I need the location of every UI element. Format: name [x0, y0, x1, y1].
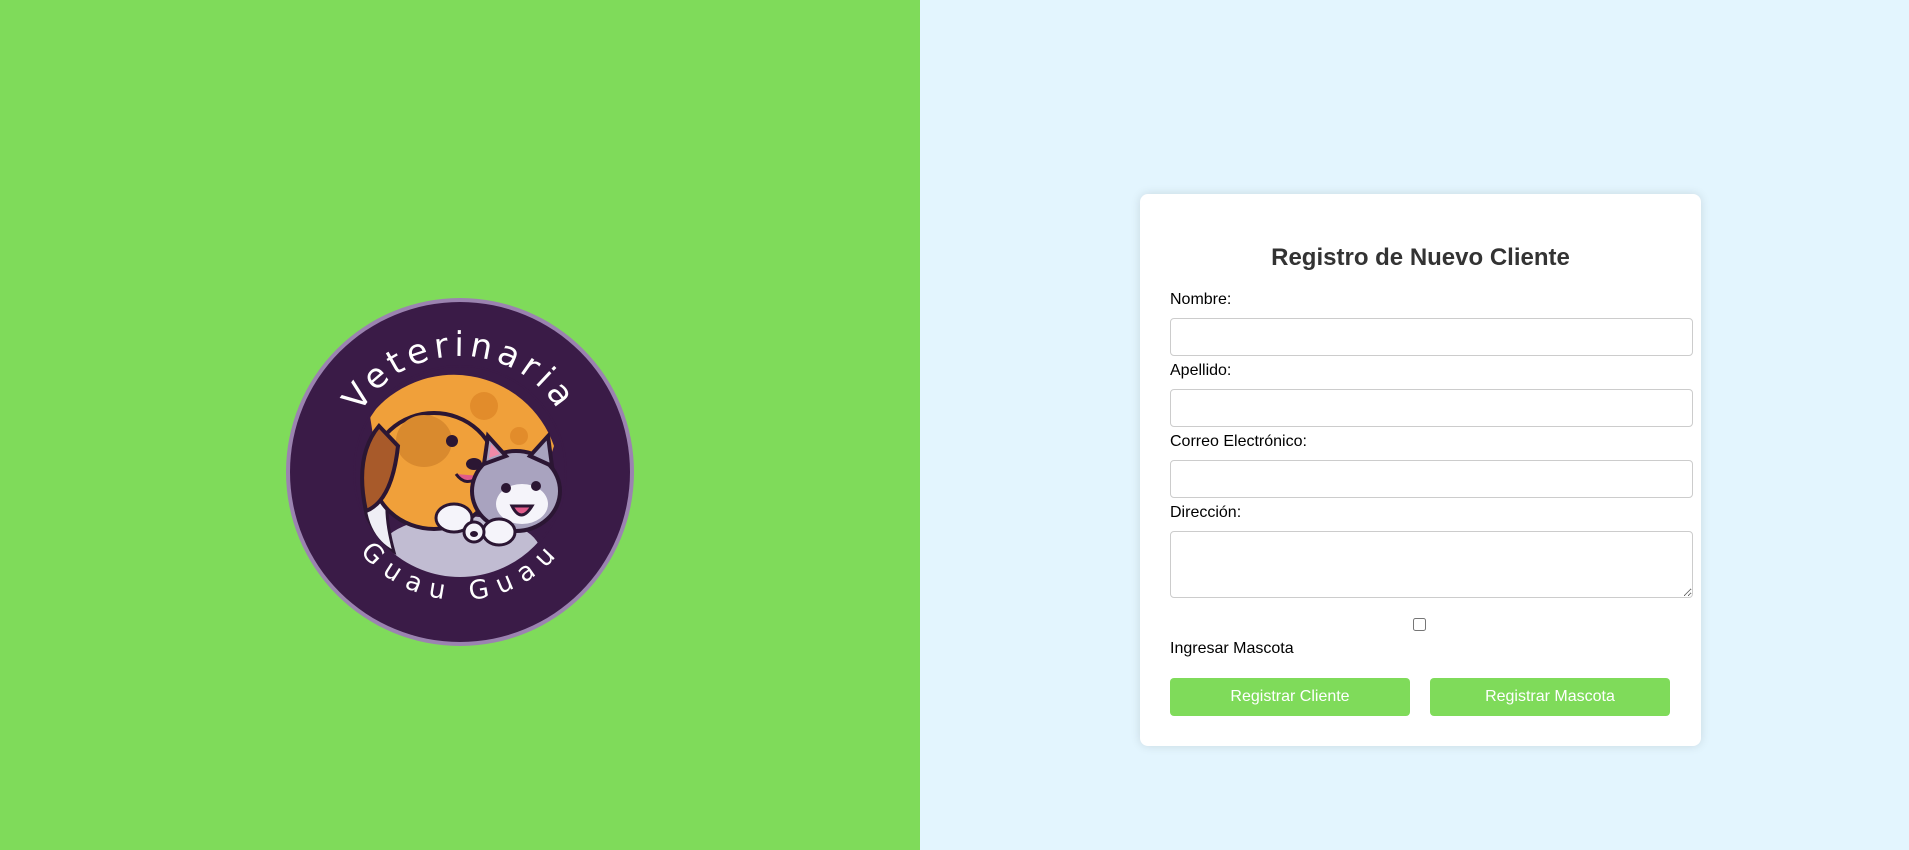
apellido-input[interactable] — [1170, 389, 1693, 427]
form-title: Registro de Nuevo Cliente — [1271, 244, 1570, 271]
direccion-textarea[interactable] — [1170, 531, 1693, 598]
apellido-label: Apellido: — [1170, 362, 1232, 379]
form-panel: Registro de Nuevo Cliente Nombre: Apelli… — [920, 0, 1909, 850]
page: Veterinaria Guau Guau Registro de Nuevo … — [0, 0, 1909, 850]
register-client-button[interactable]: Registrar Cliente — [1170, 678, 1410, 716]
ingresar-mascota-checkbox[interactable] — [1413, 618, 1426, 631]
email-input[interactable] — [1170, 460, 1693, 498]
veterinaria-logo: Veterinaria Guau Guau — [284, 296, 636, 648]
logo-panel: Veterinaria Guau Guau — [0, 0, 920, 850]
nombre-label: Nombre: — [1170, 291, 1232, 308]
correo-label: Correo Electrónico: — [1170, 433, 1307, 450]
register-pet-button[interactable]: Registrar Mascota — [1430, 678, 1670, 716]
direccion-label: Dirección: — [1170, 504, 1242, 521]
logo-graphic: Veterinaria Guau Guau — [286, 298, 634, 646]
nombre-input[interactable] — [1170, 318, 1693, 356]
client-registration-form: Registro de Nuevo Cliente Nombre: Apelli… — [1140, 194, 1701, 746]
ingresar-mascota-label[interactable]: Ingresar Mascota — [1170, 640, 1294, 658]
